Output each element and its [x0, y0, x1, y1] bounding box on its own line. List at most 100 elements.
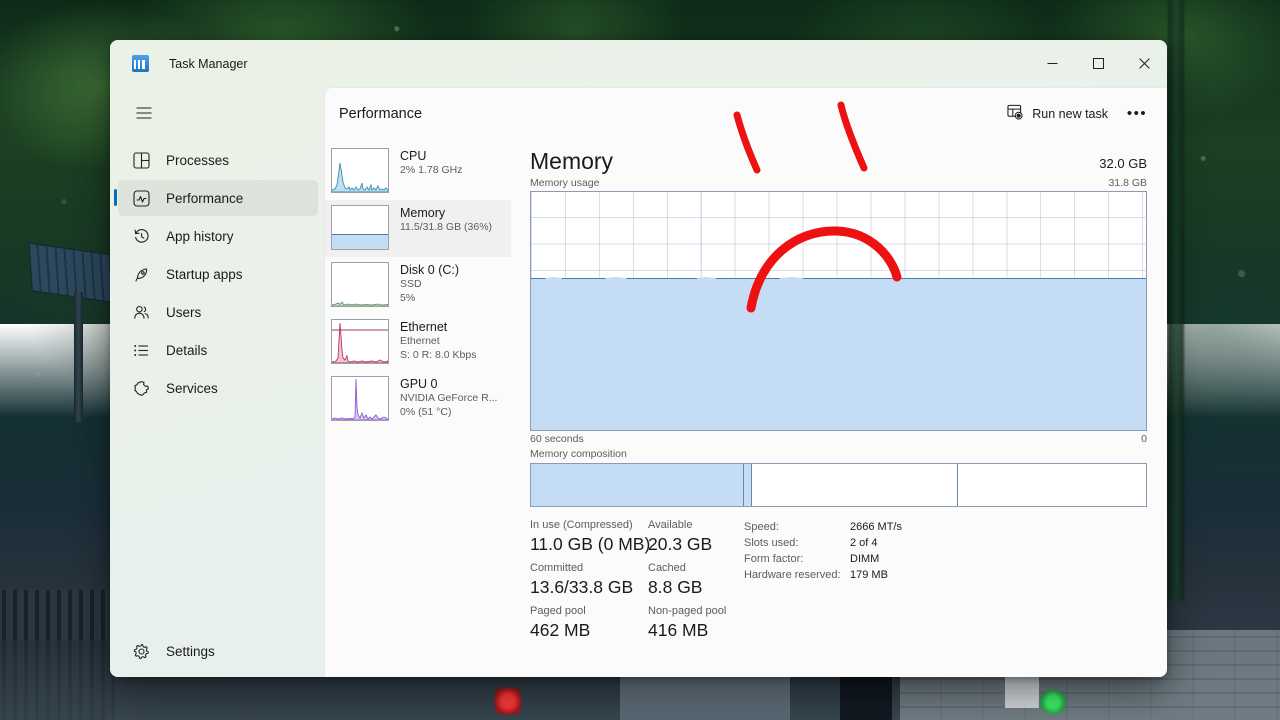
hardware-row-slots: Slots used: 2 of 4 — [744, 535, 902, 551]
memory-thumbnail-graph — [331, 205, 389, 250]
window-controls — [1029, 40, 1167, 87]
memory-stats: In use (Compressed) 11.0 GB (0 MB) Avail… — [530, 518, 1147, 647]
resource-item-disk[interactable]: Disk 0 (C:) SSD 5% — [325, 257, 511, 314]
sidebar-item-processes[interactable]: Processes — [118, 142, 318, 178]
resource-line1: 2% 1.78 GHz — [400, 164, 463, 176]
sidebar-item-label: Processes — [166, 152, 230, 168]
memory-usage-graph — [530, 191, 1147, 431]
more-options-button[interactable]: ••• — [1121, 99, 1153, 129]
stat-label: Paged pool — [530, 605, 586, 617]
sidebar-item-settings[interactable]: Settings — [118, 633, 318, 669]
resource-item-memory[interactable]: Memory 11.5/31.8 GB (36%) — [325, 200, 511, 257]
stat-row-1: In use (Compressed) 11.0 GB (0 MB) Avail… — [530, 518, 742, 556]
stat-value: 20.3 GB — [648, 534, 713, 554]
stat-label: Cached — [648, 562, 686, 574]
resource-line2: S: 0 R: 8.0 Kbps — [400, 348, 477, 361]
maximize-button[interactable] — [1075, 40, 1121, 87]
resource-item-cpu[interactable]: CPU 2% 1.78 GHz — [325, 143, 511, 200]
memory-composition-bar[interactable] — [530, 463, 1147, 507]
close-button[interactable] — [1121, 40, 1167, 87]
sidebar-item-label: Performance — [166, 190, 244, 206]
hardware-value: 179 MB — [850, 569, 888, 581]
content-header: Performance Run new task ••• — [325, 88, 1167, 139]
resource-list: CPU 2% 1.78 GHz Memory 11.5/31.8 GB (36%… — [325, 139, 511, 677]
resource-line1: NVIDIA GeForce R... — [400, 392, 498, 404]
maximize-icon — [1092, 58, 1104, 69]
tree-trunk — [1168, 0, 1184, 600]
stat-committed: Committed 13.6/33.8 GB — [530, 561, 648, 599]
hamburger-menu-button[interactable] — [124, 95, 164, 131]
memory-stats-left: In use (Compressed) 11.0 GB (0 MB) Avail… — [530, 518, 742, 647]
resource-line1: Ethernet — [400, 335, 440, 347]
ethernet-meta: Ethernet Ethernet S: 0 R: 8.0 Kbps — [400, 319, 476, 362]
sidebar-item-services[interactable]: Services — [118, 370, 318, 406]
memory-composition-label: Memory composition — [530, 448, 627, 460]
cpu-thumbnail-graph — [331, 148, 389, 193]
run-new-task-label: Run new task — [1032, 106, 1108, 121]
memory-hardware-info: Speed: 2666 MT/s Slots used: 2 of 4 Form… — [742, 518, 902, 647]
sidebar-item-app-history[interactable]: App history — [118, 218, 318, 254]
stat-value: 13.6/33.8 GB — [530, 577, 634, 597]
sidebar-item-label: App history — [166, 228, 234, 244]
resource-line1: 11.5/31.8 GB (36%) — [400, 221, 493, 233]
memory-usage-label: Memory usage — [530, 177, 600, 189]
sidebar-item-startup-apps[interactable]: Startup apps — [118, 256, 318, 292]
gpu-thumbnail-graph — [331, 376, 389, 421]
content-panel: Performance Run new task ••• CPU 2% 1.78… — [324, 87, 1167, 677]
hardware-row-reserved: Hardware reserved: 179 MB — [744, 567, 902, 583]
composition-segment-modified — [743, 464, 751, 506]
stat-label: Non-paged pool — [648, 605, 727, 617]
sidebar-item-performance[interactable]: Performance — [114, 180, 318, 216]
sidebar-item-details[interactable]: Details — [118, 332, 318, 368]
stat-row-3: Paged pool 462 MB Non-paged pool 416 MB — [530, 604, 742, 642]
hardware-row-form-factor: Form factor: DIMM — [744, 551, 902, 567]
stat-value: 462 MB — [530, 620, 591, 640]
memory-usage-area — [531, 275, 1146, 430]
desktop-wallpaper: Task Manager Processes Performance App h… — [0, 0, 1280, 720]
minimize-button[interactable] — [1029, 40, 1075, 87]
header-actions: Run new task ••• — [996, 99, 1153, 129]
memory-title: Memory — [530, 148, 614, 174]
performance-split: CPU 2% 1.78 GHz Memory 11.5/31.8 GB (36%… — [325, 139, 1167, 677]
resource-line2: 0% (51 °C) — [400, 405, 452, 418]
stat-value: 11.0 GB (0 MB) — [530, 534, 651, 554]
gpu-meta: GPU 0 NVIDIA GeForce R... 0% (51 °C) — [400, 376, 497, 419]
red-light — [495, 688, 521, 714]
stat-row-2: Committed 13.6/33.8 GB Cached 8.8 GB — [530, 561, 742, 599]
run-new-task-button[interactable]: Run new task — [996, 99, 1119, 129]
window-body: Processes Performance App history Startu… — [110, 87, 1167, 677]
ethernet-thumbnail-graph — [331, 319, 389, 364]
task-manager-icon — [132, 55, 149, 72]
resource-name: CPU — [400, 149, 427, 163]
memory-usage-labels: Memory usage 31.8 GB — [530, 177, 1147, 189]
close-icon — [1138, 58, 1150, 69]
composition-segment-free — [956, 464, 1146, 506]
composition-segment-in-use — [531, 464, 744, 506]
resource-name: Disk 0 (C:) — [400, 263, 460, 277]
performance-icon — [132, 189, 150, 207]
stat-available: Available 20.3 GB — [648, 518, 742, 556]
stat-value: 8.8 GB — [648, 577, 703, 597]
rocket-icon — [132, 265, 150, 283]
resource-line2: 5% — [400, 291, 416, 304]
sidebar: Processes Performance App history Startu… — [110, 87, 324, 677]
graph-time-axis: 60 seconds 0 — [530, 433, 1147, 445]
services-icon — [132, 379, 150, 397]
panel-post — [74, 292, 83, 422]
resource-item-ethernet[interactable]: Ethernet Ethernet S: 0 R: 8.0 Kbps — [325, 314, 511, 371]
memory-graph-max: 31.8 GB — [1108, 177, 1147, 189]
sidebar-item-users[interactable]: Users — [118, 294, 318, 330]
resource-name: Ethernet — [400, 320, 448, 334]
resource-name: GPU 0 — [400, 377, 438, 391]
resource-item-gpu[interactable]: GPU 0 NVIDIA GeForce R... 0% (51 °C) — [325, 371, 511, 428]
stat-label: Committed — [530, 562, 584, 574]
memory-detail-pane: Memory 32.0 GB Memory usage 31.8 GB 60 s… — [511, 139, 1167, 677]
sidebar-item-label: Settings — [166, 643, 215, 659]
disk-meta: Disk 0 (C:) SSD 5% — [400, 262, 459, 305]
hardware-value: 2666 MT/s — [850, 521, 902, 533]
sidebar-item-label: Details — [166, 342, 208, 358]
hardware-row-speed: Speed: 2666 MT/s — [744, 519, 902, 535]
run-new-task-icon — [1007, 104, 1023, 123]
task-manager-window: Task Manager Processes Performance App h… — [110, 40, 1167, 677]
